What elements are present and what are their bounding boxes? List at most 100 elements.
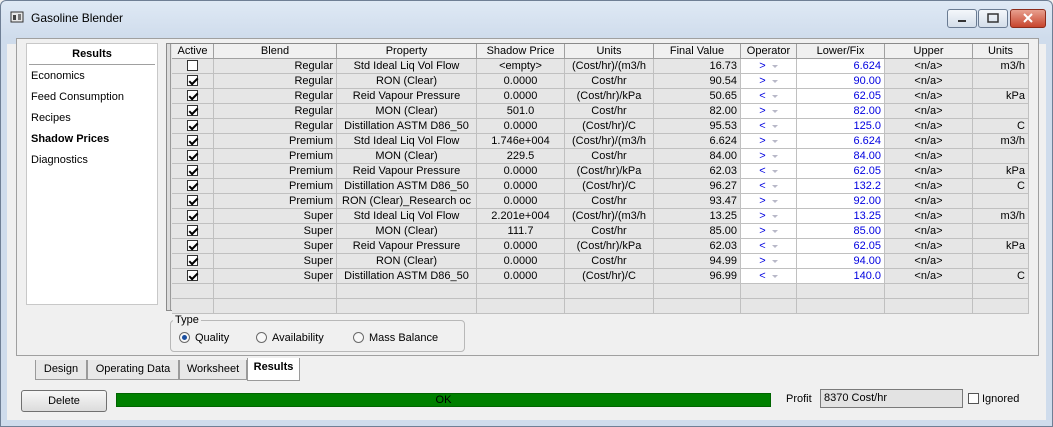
cell-lower-fix[interactable]: 92.00 [797,194,885,209]
cell-units2[interactable]: m3/h [973,59,1029,74]
cell-upper[interactable]: <n/a> [885,104,973,119]
cell-lower-fix[interactable]: 90.00 [797,74,885,89]
radio-availability[interactable]: Availability [256,332,324,344]
cell-units2[interactable] [973,224,1029,239]
ignored-checkbox[interactable]: Ignored [968,393,1019,405]
cell-units2[interactable]: C [973,119,1029,134]
col-header-lower-fix[interactable]: Lower/Fix [797,44,885,59]
cell-upper[interactable]: <n/a> [885,239,973,254]
tab-results[interactable]: Results [247,358,300,381]
col-header-units2[interactable]: Units [973,44,1029,59]
nav-item-diagnostics[interactable]: Diagnostics [31,154,88,166]
cell-active[interactable] [172,269,214,284]
col-header-shadow-price[interactable]: Shadow Price [477,44,565,59]
cell-active[interactable] [172,164,214,179]
nav-item-recipes[interactable]: Recipes [31,112,71,124]
cell-units2[interactable]: kPa [973,89,1029,104]
cell-active[interactable] [172,224,214,239]
cell-units2[interactable] [973,194,1029,209]
cell-operator[interactable]: < [741,239,797,254]
cell-units2[interactable] [973,74,1029,89]
cell-operator[interactable]: > [741,224,797,239]
tab-worksheet[interactable]: Worksheet [179,360,247,380]
cell-lower-fix[interactable]: 62.05 [797,239,885,254]
cell-units2[interactable]: m3/h [973,209,1029,224]
cell-units2[interactable]: m3/h [973,134,1029,149]
cell-units2[interactable] [973,149,1029,164]
cell-units2[interactable]: kPa [973,164,1029,179]
cell-upper[interactable]: <n/a> [885,164,973,179]
cell-upper[interactable]: <n/a> [885,119,973,134]
maximize-button[interactable] [978,9,1008,28]
col-header-upper[interactable]: Upper [885,44,973,59]
cell-units2[interactable] [973,254,1029,269]
cell-operator[interactable]: < [741,179,797,194]
cell-lower-fix[interactable]: 132.2 [797,179,885,194]
cell-upper[interactable]: <n/a> [885,224,973,239]
cell-operator[interactable]: < [741,269,797,284]
col-header-units[interactable]: Units [565,44,654,59]
cell-active[interactable] [172,239,214,254]
cell-active[interactable] [172,179,214,194]
cell-upper[interactable]: <n/a> [885,179,973,194]
cell-lower-fix[interactable]: 94.00 [797,254,885,269]
cell-units2[interactable]: kPa [973,239,1029,254]
cell-operator[interactable]: < [741,119,797,134]
cell-active[interactable] [172,149,214,164]
cell-operator[interactable]: > [741,74,797,89]
nav-item-economics[interactable]: Economics [31,70,85,82]
minimize-button[interactable] [947,9,977,28]
cell-lower-fix[interactable]: 84.00 [797,149,885,164]
cell-upper[interactable]: <n/a> [885,89,973,104]
cell-upper[interactable]: <n/a> [885,254,973,269]
cell-active[interactable] [172,119,214,134]
cell-lower-fix[interactable]: 62.05 [797,89,885,104]
cell-operator[interactable]: < [741,89,797,104]
cell-active[interactable] [172,194,214,209]
cell-active[interactable] [172,209,214,224]
tab-operating-data[interactable]: Operating Data [87,360,179,380]
col-header-property[interactable]: Property [337,44,477,59]
cell-operator[interactable]: > [741,104,797,119]
cell-units2[interactable] [973,104,1029,119]
cell-upper[interactable]: <n/a> [885,209,973,224]
cell-lower-fix[interactable]: 62.05 [797,164,885,179]
cell-lower-fix[interactable]: 13.25 [797,209,885,224]
cell-operator[interactable]: > [741,134,797,149]
cell-operator[interactable]: > [741,149,797,164]
col-header-operator[interactable]: Operator [741,44,797,59]
cell-lower-fix[interactable]: 82.00 [797,104,885,119]
cell-upper[interactable]: <n/a> [885,194,973,209]
cell-active[interactable] [172,254,214,269]
nav-item-shadow-prices[interactable]: Shadow Prices [31,133,109,145]
cell-active[interactable] [172,134,214,149]
cell-units2[interactable]: C [973,269,1029,284]
cell-operator[interactable]: > [741,59,797,74]
cell-lower-fix[interactable]: 85.00 [797,224,885,239]
cell-upper[interactable]: <n/a> [885,134,973,149]
cell-lower-fix[interactable]: 6.624 [797,59,885,74]
tab-design[interactable]: Design [35,360,87,380]
cell-units2[interactable]: C [973,179,1029,194]
cell-operator[interactable]: > [741,209,797,224]
cell-active[interactable] [172,59,214,74]
cell-operator[interactable]: < [741,164,797,179]
cell-upper[interactable]: <n/a> [885,149,973,164]
cell-active[interactable] [172,89,214,104]
cell-upper[interactable]: <n/a> [885,74,973,89]
radio-quality[interactable]: Quality [179,332,229,344]
cell-lower-fix[interactable]: 6.624 [797,134,885,149]
cell-active[interactable] [172,104,214,119]
col-header-active[interactable]: Active [172,44,214,59]
close-button[interactable] [1010,9,1046,28]
col-header-blend[interactable]: Blend [214,44,337,59]
cell-lower-fix[interactable]: 125.0 [797,119,885,134]
nav-item-feed-consumption[interactable]: Feed Consumption [31,91,124,103]
cell-lower-fix[interactable]: 140.0 [797,269,885,284]
cell-operator[interactable]: > [741,194,797,209]
col-header-final-value[interactable]: Final Value [654,44,741,59]
cell-upper[interactable]: <n/a> [885,59,973,74]
cell-operator[interactable]: > [741,254,797,269]
cell-active[interactable] [172,74,214,89]
cell-upper[interactable]: <n/a> [885,269,973,284]
